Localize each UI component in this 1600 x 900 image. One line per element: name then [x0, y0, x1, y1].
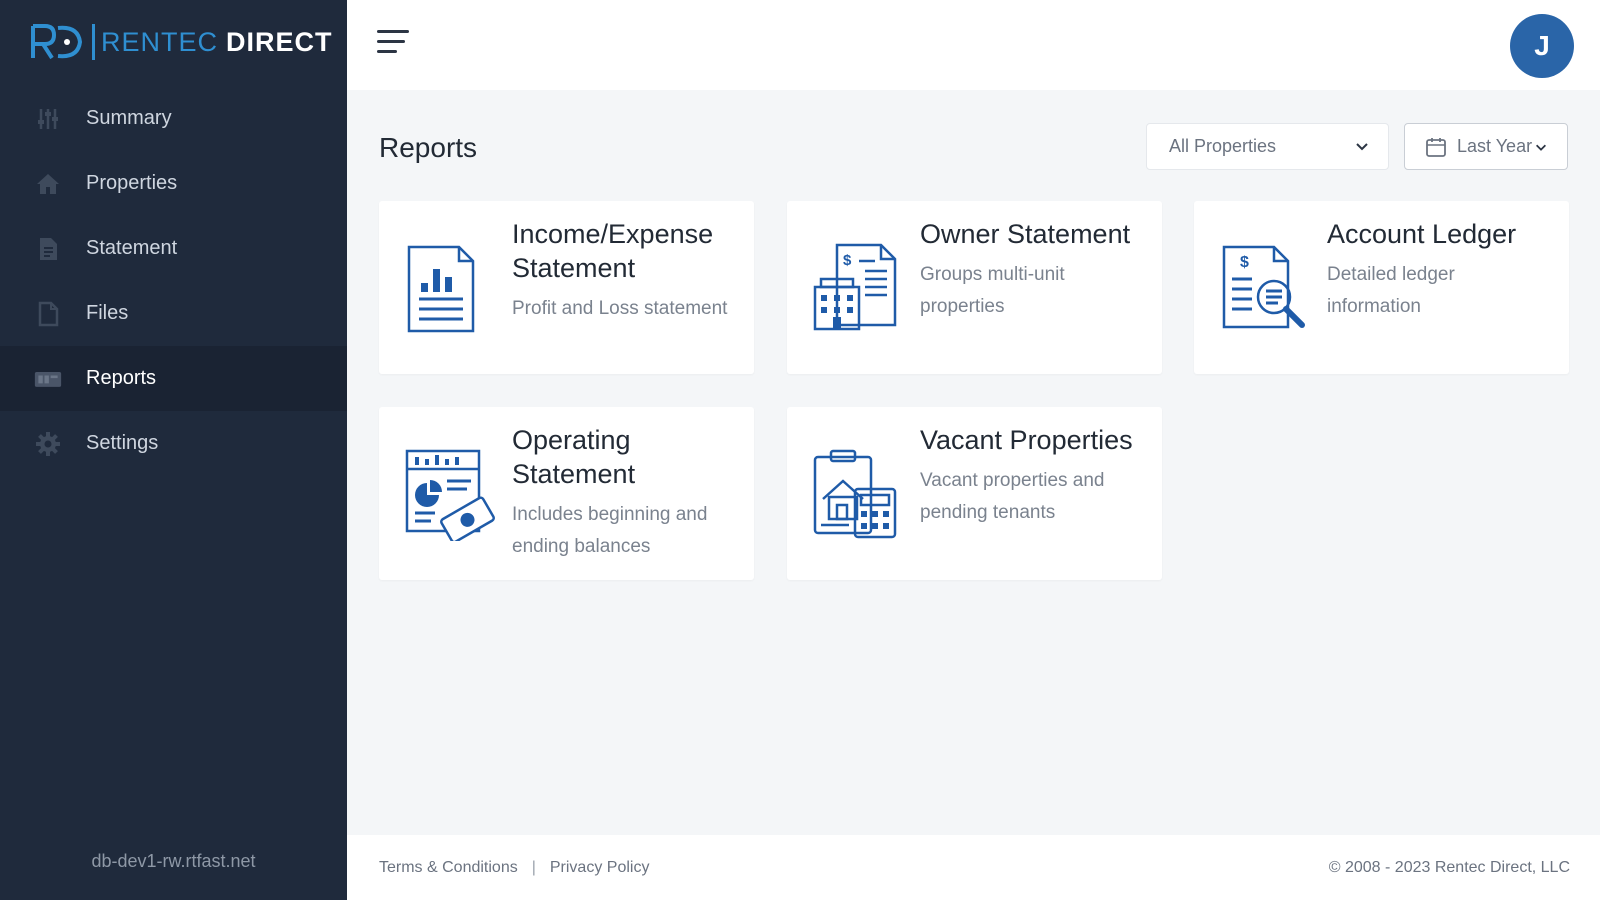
logo-direct: DIRECT	[226, 26, 333, 57]
sidebar-item-label: Properties	[86, 172, 178, 194]
server-hostname: db-dev1-rw.rtfast.net	[91, 851, 256, 871]
copyright-text: © 2008 - 2023 Rentec Direct, LLC	[1328, 858, 1570, 876]
property-filter-select[interactable]: All Properties	[1146, 123, 1389, 170]
logo-wordmark: RENTEC DIRECT	[101, 27, 333, 58]
sidebar-item-label: Files	[86, 302, 129, 324]
chevron-down-icon	[1536, 144, 1547, 151]
card-title: Vacant Properties	[920, 425, 1133, 455]
sidebar: RENTEC DIRECT Summary Properties Statemen…	[0, 0, 347, 900]
top-bar: J	[347, 0, 1600, 90]
sidebar-item-settings[interactable]: Settings	[0, 411, 347, 476]
sidebar-item-properties[interactable]: Properties	[0, 151, 347, 216]
card-description: Includes beginning and ending balances	[512, 504, 708, 557]
svg-text:$: $	[843, 252, 852, 269]
card-title: Account Ledger	[1327, 219, 1517, 249]
operating-cash-icon	[401, 445, 497, 544]
gear-icon	[34, 430, 62, 458]
privacy-link[interactable]: Privacy Policy	[550, 859, 650, 877]
sidebar-item-label: Settings	[86, 432, 159, 454]
sidebar-item-files[interactable]: Files	[0, 281, 347, 346]
card-title: Owner Statement	[920, 219, 1131, 249]
logo-divider	[92, 24, 95, 60]
chevron-down-icon	[1356, 143, 1368, 151]
income-chart-icon	[401, 239, 497, 335]
vacant-house-icon	[809, 445, 905, 541]
card-description: Vacant properties and pending tenants	[920, 470, 1105, 523]
sidebar-nav: Summary Properties Statement Files Repor…	[0, 86, 347, 476]
property-filter-value: All Properties	[1169, 136, 1277, 156]
terms-link[interactable]: Terms & Conditions	[379, 859, 518, 877]
hamburger-menu-icon[interactable]	[377, 30, 409, 60]
reports-icon	[34, 365, 62, 393]
report-card-account-ledger[interactable]: $ Account Ledger Detailed ledger informa…	[1194, 201, 1569, 374]
footer-separator: |	[531, 858, 536, 876]
svg-text:$: $	[1240, 254, 1249, 271]
sidebar-item-label: Statement	[86, 237, 178, 259]
home-icon	[34, 170, 62, 198]
logo-rentec: RENTEC	[101, 26, 219, 57]
date-range-button[interactable]: Last Year	[1404, 123, 1568, 170]
card-description: Profit and Loss statement	[512, 298, 728, 319]
page-title: Reports	[379, 132, 478, 163]
owner-building-icon: $	[809, 239, 905, 335]
card-title: Operating Statement	[512, 425, 636, 489]
date-range-value: Last Year	[1457, 136, 1533, 156]
sidebar-item-label: Reports	[86, 367, 157, 389]
report-card-operating-statement[interactable]: Operating Statement Includes beginning a…	[379, 407, 754, 580]
report-card-owner-statement[interactable]: $ Owner Statement Groups multi-unit prop…	[787, 201, 1162, 374]
document-icon	[34, 235, 62, 263]
sidebar-item-reports[interactable]: Reports	[0, 346, 347, 411]
sidebar-item-label: Summary	[86, 107, 172, 129]
card-title: Income/Expense Statement	[512, 219, 714, 283]
card-description: Detailed ledger information	[1327, 264, 1455, 317]
file-icon	[34, 300, 62, 328]
footer: Terms & Conditions | Privacy Policy © 20…	[347, 835, 1600, 900]
report-card-income-expense[interactable]: Income/Expense Statement Profit and Loss…	[379, 201, 754, 374]
report-card-vacant-properties[interactable]: Vacant Properties Vacant properties and …	[787, 407, 1162, 580]
calendar-icon	[1426, 137, 1446, 157]
rentec-direct-logo[interactable]: RENTEC DIRECT	[30, 20, 333, 64]
card-description: Groups multi-unit properties	[920, 264, 1065, 317]
ledger-search-icon: $	[1216, 239, 1312, 335]
rd-logo-mark-icon	[30, 22, 86, 62]
sliders-icon	[34, 105, 62, 133]
user-avatar[interactable]: J	[1510, 14, 1574, 78]
sidebar-item-summary[interactable]: Summary	[0, 86, 347, 151]
main-content: Reports All Properties Last Year Income/…	[347, 90, 1600, 835]
sidebar-item-statement[interactable]: Statement	[0, 216, 347, 281]
